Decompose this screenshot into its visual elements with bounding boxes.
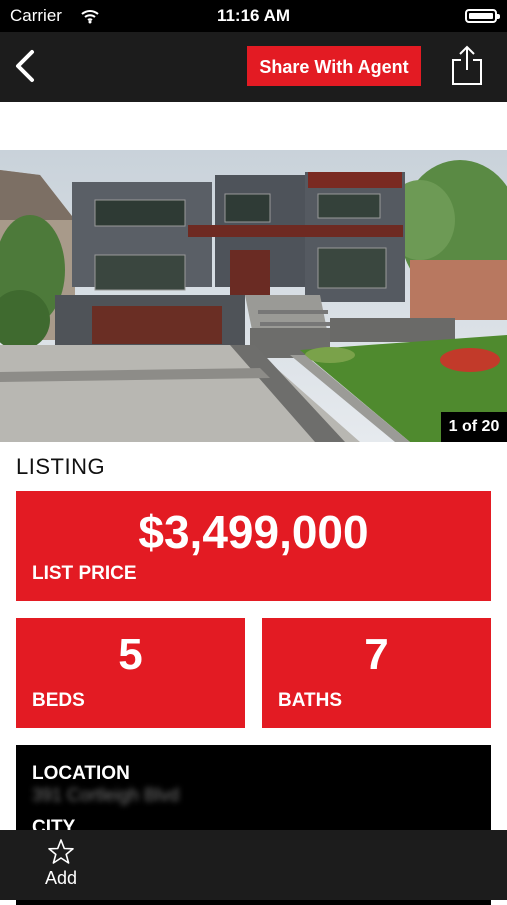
battery-icon (465, 9, 500, 23)
location-label: LOCATION (32, 763, 130, 784)
photo-counter: 1 of 20 (441, 412, 507, 442)
baths-label: BATHS (278, 690, 343, 711)
listing-section-title: LISTING (16, 454, 106, 479)
listing-photo[interactable]: 1 of 20 (0, 150, 507, 442)
share-with-agent-button[interactable]: Share With Agent (247, 46, 421, 86)
add-favorite-button[interactable]: Add (30, 838, 92, 896)
baths-value: 7 (364, 630, 389, 679)
price-value: $3,499,000 (138, 506, 369, 558)
navigation-bar: Share With Agent (0, 32, 507, 102)
price-label: LIST PRICE (32, 563, 137, 584)
price-card: $3,499,000 LIST PRICE (16, 491, 491, 601)
status-bar: Carrier 11:16 AM (0, 0, 507, 32)
tab-bar: Add (0, 830, 507, 900)
beds-value: 5 (118, 630, 143, 679)
add-label: Add (44, 868, 78, 888)
house-photo-image (0, 150, 507, 442)
back-chevron-icon[interactable] (10, 48, 40, 84)
baths-card: 7 BATHS (262, 618, 491, 728)
star-icon (48, 839, 74, 864)
share-icon[interactable] (450, 44, 484, 86)
location-address: 391 Cortleigh Blvd (32, 785, 180, 805)
beds-card: 5 BEDS (16, 618, 245, 728)
clock: 11:16 AM (216, 6, 291, 25)
beds-label: BEDS (32, 690, 85, 711)
